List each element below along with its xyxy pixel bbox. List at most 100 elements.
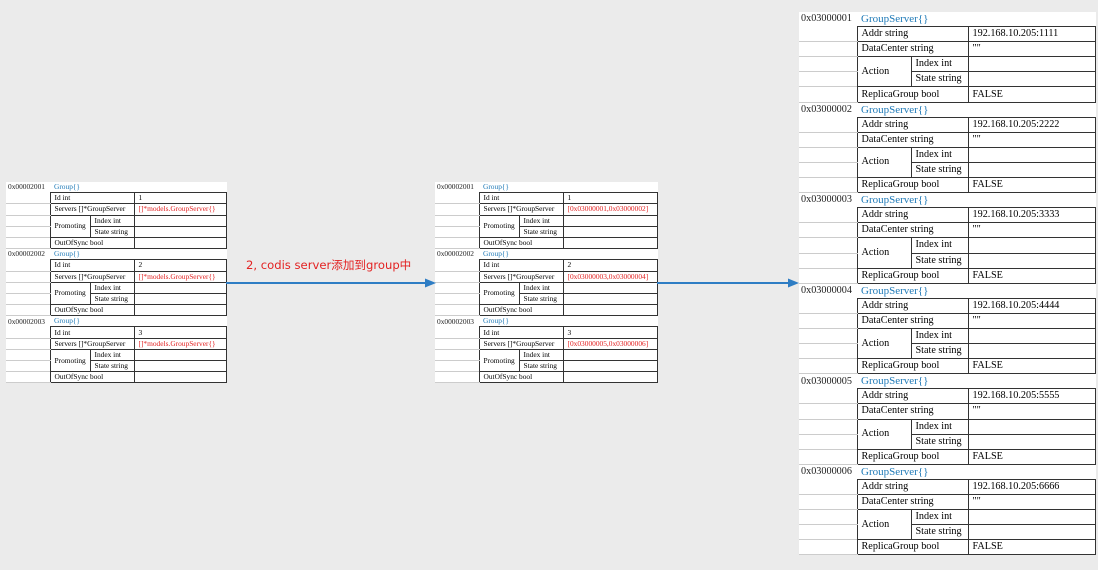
empty-address-cell — [799, 71, 858, 88]
group-type-name: Group{} — [54, 182, 80, 192]
mid-group-table: 0x00002001 Group{} Id int 1 Servers []*Group… — [435, 182, 658, 384]
server-field-row: Addr string 192.168.10.205:4444 — [799, 297, 1096, 314]
field-action-state-value — [967, 71, 1096, 88]
empty-address-cell — [799, 147, 858, 163]
field-promoting-index-label: Index int — [518, 214, 564, 227]
empty-address-cell — [6, 226, 51, 238]
group-header-row: 0x00002003 Group{} — [435, 316, 657, 327]
empty-address-cell — [6, 203, 51, 216]
server-field-row: DataCenter string "" — [799, 222, 1096, 239]
field-action-index-label: Index int — [910, 56, 969, 73]
empty-address-cell — [6, 338, 51, 350]
field-replica-label: ReplicaGroup bool — [856, 448, 969, 465]
field-outofsync-value — [133, 371, 227, 384]
empty-address-cell — [799, 358, 858, 375]
field-promoting-index-value — [133, 214, 227, 227]
field-datacenter-label: DataCenter string — [856, 312, 969, 329]
field-servers-value: []*models.GroupServer{} — [133, 203, 227, 216]
group-field-row: Id int 1 — [6, 192, 227, 205]
field-addr-label: Addr string — [856, 297, 969, 314]
field-servers-label: Servers []*GroupServer — [49, 337, 135, 350]
arrow-mid-to-right — [657, 278, 799, 288]
server-address: 0x03000004 — [801, 284, 852, 296]
field-outofsync-label: OutOfSync bool — [478, 371, 564, 384]
field-promoting-state-value — [562, 292, 658, 306]
server-field-row: Action Index int — [799, 418, 1096, 450]
server-type-name: GroupServer{} — [861, 375, 929, 388]
field-action-index-value — [967, 327, 1096, 345]
group-field-row: State string — [435, 225, 658, 238]
empty-address-cell — [799, 177, 858, 194]
server-field-row: State string — [799, 524, 1096, 541]
field-replica-value: FALSE — [967, 448, 1096, 465]
empty-address-cell — [6, 215, 51, 227]
field-servers-value: []*models.GroupServer{} — [133, 270, 227, 283]
field-datacenter-label: DataCenter string — [856, 493, 969, 511]
group-field-row: State string — [6, 292, 227, 306]
field-action-state-label: State string — [910, 71, 969, 88]
empty-address-cell — [799, 162, 858, 179]
group-field-row: Promoting Index int — [435, 281, 658, 306]
field-promoting-state-value — [133, 359, 227, 373]
field-action-state-label: State string — [910, 524, 969, 541]
field-outofsync-value — [562, 236, 658, 250]
arrow-label: 2, codis server添加到group中 — [246, 258, 412, 272]
field-promoting-index-label: Index int — [89, 348, 135, 362]
empty-address-cell — [435, 371, 480, 384]
server-type-name: GroupServer{} — [861, 465, 929, 478]
empty-address-cell — [799, 524, 858, 541]
empty-address-cell — [435, 338, 480, 350]
field-datacenter-value: "" — [967, 41, 1096, 58]
group-field-row: Servers []*GroupServer []*models.GroupSer… — [6, 337, 227, 350]
server-header-row: 0x03000006 GroupServer{} — [799, 464, 1095, 479]
empty-address-cell — [799, 56, 858, 73]
server-field-row: DataCenter string "" — [799, 493, 1096, 511]
empty-address-cell — [799, 328, 858, 345]
empty-address-cell — [435, 360, 480, 373]
empty-address-cell — [799, 26, 858, 43]
field-action-label: Action — [856, 327, 912, 360]
field-servers-value: [0x03000003,0x03000004] — [562, 270, 658, 283]
server-address: 0x03000006 — [801, 466, 852, 478]
field-addr-value: 192.168.10.205:3333 — [967, 207, 1096, 224]
empty-address-cell — [435, 237, 480, 250]
server-field-row: DataCenter string "" — [799, 403, 1096, 420]
field-servers-label: Servers []*GroupServer — [478, 270, 564, 283]
empty-address-cell — [435, 192, 480, 205]
empty-address-cell — [435, 226, 480, 238]
field-datacenter-value: "" — [967, 131, 1096, 148]
group-field-row: State string — [435, 292, 658, 306]
empty-address-cell — [6, 371, 51, 384]
field-promoting-state-label: State string — [518, 359, 564, 373]
server-header-row: 0x03000002 GroupServer{} — [799, 102, 1095, 117]
field-action-state-label: State string — [910, 161, 969, 179]
field-id-value: 1 — [133, 192, 227, 205]
server-field-row: Action Index int — [799, 509, 1096, 541]
field-id-value: 3 — [133, 326, 227, 339]
field-action-label: Action — [856, 509, 912, 541]
field-action-state-value — [967, 433, 1096, 450]
server-field-row: State string — [799, 343, 1096, 360]
empty-address-cell — [6, 237, 51, 250]
server-header-row: 0x03000005 GroupServer{} — [799, 374, 1095, 389]
server-field-row: Action Index int — [799, 327, 1096, 360]
group-field-row: OutOfSync bool — [435, 236, 658, 250]
field-action-index-value — [967, 146, 1096, 163]
group-type-name: Group{} — [483, 316, 509, 326]
field-action-state-value — [967, 252, 1096, 269]
group-field-row: Id int 3 — [435, 326, 658, 339]
group-field-row: Servers []*GroupServer []*models.GroupSer… — [6, 270, 227, 283]
field-promoting-state-label: State string — [518, 292, 564, 306]
field-replica-value: FALSE — [967, 267, 1096, 284]
group-header-row: 0x00002002 Group{} — [6, 249, 226, 260]
field-promoting-index-label: Index int — [89, 214, 135, 227]
group-field-row: OutOfSync bool — [6, 304, 227, 317]
field-action-index-label: Index int — [910, 146, 969, 163]
arrow-left-to-mid — [226, 278, 436, 288]
field-action-state-value — [967, 524, 1096, 541]
field-datacenter-value: "" — [967, 312, 1096, 329]
field-action-state-value — [967, 161, 1096, 179]
empty-address-cell — [799, 539, 858, 556]
field-addr-value: 192.168.10.205:5555 — [967, 388, 1096, 405]
empty-address-cell — [435, 215, 480, 227]
